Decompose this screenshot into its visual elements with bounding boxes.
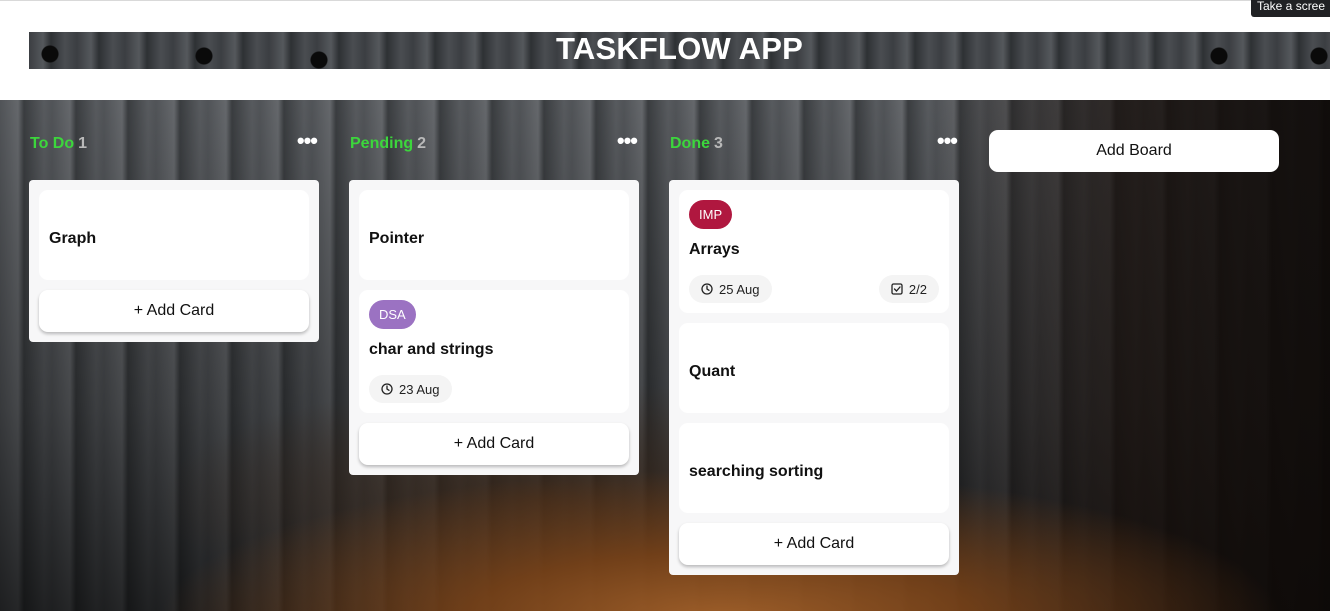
- card-title: Graph: [49, 230, 97, 247]
- column-count: 2: [417, 135, 427, 152]
- more-horizontal-icon[interactable]: •••: [617, 130, 638, 152]
- card-label-tag: IMP: [689, 200, 733, 229]
- task-progress-text: 2/2: [908, 281, 927, 297]
- board-column-pending: Pending 2 ••• Pointer DSA char and string…: [349, 130, 639, 475]
- kanban-board: To Do 1 ••• Graph + Add Card Pending 2 •••…: [0, 100, 1330, 611]
- task-card[interactable]: DSA char and strings 23 Aug: [359, 290, 629, 413]
- card-title: char and strings: [369, 341, 494, 358]
- card-label-tag: DSA: [369, 300, 416, 329]
- task-card[interactable]: searching sorting: [679, 423, 949, 513]
- column-header: To Do 1 •••: [29, 130, 319, 158]
- add-card-button[interactable]: + Add Card: [679, 523, 949, 565]
- screenshot-tooltip: Take a scree: [1251, 0, 1330, 17]
- add-card-button[interactable]: + Add Card: [359, 423, 629, 465]
- card-title: Pointer: [369, 230, 425, 247]
- add-card-button[interactable]: + Add Card: [39, 290, 309, 332]
- board-column-done: Done 3 ••• IMP Arrays 25 Aug 2/2 Quant s…: [669, 130, 959, 575]
- card-title: Arrays: [689, 241, 740, 258]
- task-card[interactable]: Graph: [39, 190, 309, 280]
- app-title: TASKFLOW APP: [556, 31, 803, 66]
- due-date-text: 25 Aug: [719, 281, 760, 297]
- board-column-todo: To Do 1 ••• Graph + Add Card: [29, 130, 319, 342]
- card-title: searching sorting: [689, 463, 824, 480]
- checkbox-icon: [891, 283, 903, 295]
- clock-icon: [381, 383, 393, 395]
- app-header: TASKFLOW APP: [29, 31, 1330, 69]
- column-header: Done 3 •••: [669, 130, 959, 158]
- top-border: [0, 0, 1330, 1]
- task-card[interactable]: Quant: [679, 323, 949, 413]
- card-title: Quant: [689, 363, 736, 380]
- column-title: Pending: [350, 135, 414, 152]
- column-card-list: Pointer DSA char and strings 23 Aug + Ad…: [349, 180, 639, 475]
- task-card[interactable]: IMP Arrays 25 Aug 2/2: [679, 190, 949, 313]
- column-count: 1: [78, 135, 88, 152]
- card-meta: 23 Aug: [369, 375, 619, 403]
- add-board-button[interactable]: Add Board: [989, 130, 1279, 172]
- due-date-pill: 25 Aug: [689, 275, 772, 303]
- task-card[interactable]: Pointer: [359, 190, 629, 280]
- column-card-list: Graph + Add Card: [29, 180, 319, 342]
- more-horizontal-icon[interactable]: •••: [297, 130, 318, 152]
- clock-icon: [701, 283, 713, 295]
- column-count: 3: [714, 135, 723, 152]
- task-progress-pill: 2/2: [878, 275, 939, 303]
- column-title: Done: [670, 135, 710, 152]
- more-horizontal-icon[interactable]: •••: [937, 130, 958, 152]
- column-title: To Do: [30, 135, 75, 152]
- card-meta: 25 Aug 2/2: [689, 275, 939, 303]
- column-card-list: IMP Arrays 25 Aug 2/2 Quant searching so…: [669, 180, 959, 575]
- column-header: Pending 2 •••: [349, 130, 639, 158]
- due-date-text: 23 Aug: [399, 381, 440, 397]
- due-date-pill: 23 Aug: [369, 375, 452, 403]
